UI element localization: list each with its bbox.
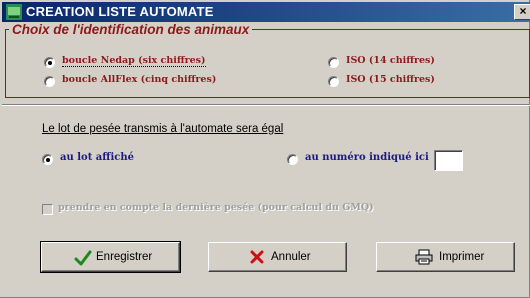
app-icon — [6, 4, 22, 20]
lot-number-input[interactable] — [434, 150, 463, 171]
window-title: CREATION LISTE AUTOMATE — [26, 4, 214, 19]
radio-nedap-label[interactable]: boucle Nedap (six chiffres) — [62, 55, 206, 67]
close-button[interactable]: × — [514, 4, 530, 20]
radio-iso15[interactable] — [328, 76, 339, 87]
radio-lot-displayed[interactable] — [42, 154, 53, 165]
divider — [2, 104, 530, 106]
radio-iso15-label[interactable]: ISO (15 chiffres) — [346, 74, 435, 85]
radio-lot-displayed-label[interactable]: au lot affiché — [60, 152, 134, 163]
radio-allflex[interactable] — [44, 76, 55, 87]
save-button[interactable]: Enregistrer — [40, 241, 181, 273]
gmq-checkbox[interactable] — [42, 204, 53, 215]
radio-iso14-label[interactable]: ISO (14 chiffres) — [346, 55, 435, 66]
radio-allflex-label[interactable]: boucle AllFlex (cinq chiffres) — [62, 74, 216, 85]
red-x-icon — [250, 250, 264, 264]
lot-heading: Le lot de pesée transmis à l'automate se… — [42, 123, 284, 135]
print-button-label: Imprimer — [439, 251, 485, 263]
radio-selected-dot — [46, 158, 50, 162]
radio-lot-number[interactable] — [287, 154, 298, 165]
printer-icon — [415, 249, 433, 265]
radio-iso14[interactable] — [328, 57, 339, 68]
save-button-label: Enregistrer — [96, 251, 153, 263]
radio-selected-dot — [48, 61, 52, 65]
print-button[interactable]: Imprimer — [376, 242, 515, 272]
checkmark-icon — [74, 250, 92, 266]
radio-nedap[interactable] — [44, 57, 55, 68]
dialog-window: CREATION LISTE AUTOMATE × Choix de l'ide… — [0, 0, 530, 298]
cancel-button-label: Annuler — [271, 251, 311, 263]
title-bar[interactable]: CREATION LISTE AUTOMATE × — [2, 2, 530, 22]
gmq-checkbox-label[interactable]: prendre en compte la dernière pesée (pou… — [58, 202, 374, 213]
cancel-button[interactable]: Annuler — [208, 242, 347, 272]
radio-lot-number-label[interactable]: au numéro indiqué ici — [305, 152, 429, 163]
close-icon: × — [519, 4, 527, 18]
identification-legend: Choix de l'identification des animaux — [9, 22, 253, 37]
